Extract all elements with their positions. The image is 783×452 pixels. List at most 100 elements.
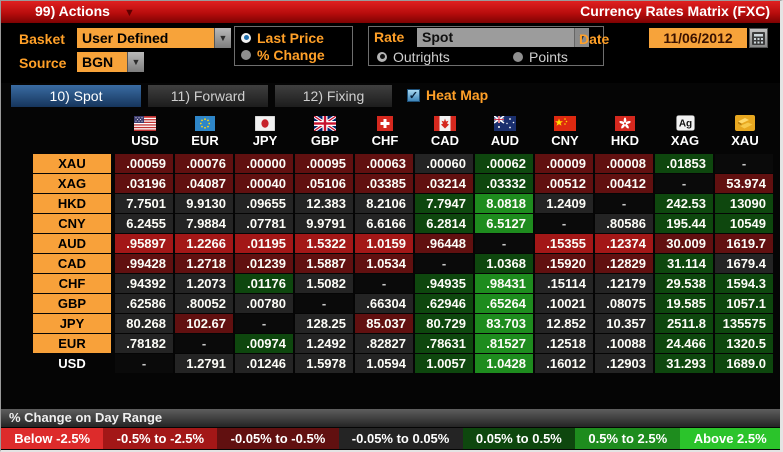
rate-cell-chf-usd[interactable]: .94392 [115,274,173,293]
rate-cell-chf-hkd[interactable]: .12179 [595,274,653,293]
rate-cell-gbp-xau[interactable]: 1057.1 [715,294,773,313]
rate-cell-cny-aud[interactable]: 6.5127 [475,214,533,233]
rate-cell-jpy-aud[interactable]: 83.703 [475,314,533,333]
rate-cell-cad-aud[interactable]: 1.0368 [475,254,533,273]
radio-points[interactable]: Points [511,48,568,65]
rate-cell-jpy-chf[interactable]: 85.037 [355,314,413,333]
rate-cell-cad-jpy[interactable]: .01239 [235,254,293,273]
radio-last-price[interactable]: Last Price [239,29,352,46]
rate-cell-hkd-usd[interactable]: 7.7501 [115,194,173,213]
rate-cell-usd-hkd[interactable]: .12903 [595,354,653,373]
rate-cell-xau-xag[interactable]: .01853 [655,154,713,173]
rate-cell-chf-eur[interactable]: 1.2073 [175,274,233,293]
rate-cell-usd-xau[interactable]: 1689.0 [715,354,773,373]
rate-cell-gbp-hkd[interactable]: .08075 [595,294,653,313]
rate-cell-xag-gbp[interactable]: .05106 [295,174,353,193]
rate-cell-xau-aud[interactable]: .00062 [475,154,533,173]
row-header-hkd[interactable]: HKD [33,194,111,213]
rate-cell-xau-cad[interactable]: .00060 [415,154,473,173]
column-header-aud[interactable]: AUD [475,113,535,151]
rate-cell-usd-cny[interactable]: .16012 [535,354,593,373]
row-header-gbp[interactable]: GBP [33,294,111,313]
rate-cell-chf-gbp[interactable]: 1.5082 [295,274,353,293]
row-header-eur[interactable]: EUR [33,334,111,353]
rate-cell-cad-hkd[interactable]: .12829 [595,254,653,273]
row-header-usd[interactable]: USD [33,354,111,373]
column-header-eur[interactable]: EUR [175,113,235,151]
chevron-down-icon[interactable]: ▼ [214,28,231,48]
date-field[interactable]: 11/06/2012 [649,28,747,48]
rate-cell-hkd-jpy[interactable]: .09655 [235,194,293,213]
column-header-xau[interactable]: XAU [715,113,775,151]
rate-cell-hkd-cad[interactable]: 7.7947 [415,194,473,213]
rate-cell-cad-xag[interactable]: 31.114 [655,254,713,273]
actions-menu-button[interactable]: 99) Actions ▼ [35,3,135,19]
rate-cell-aud-chf[interactable]: 1.0159 [355,234,413,253]
rate-cell-aud-cad[interactable]: .96448 [415,234,473,253]
column-header-hkd[interactable]: HKD [595,113,655,151]
rate-cell-gbp-cny[interactable]: .10021 [535,294,593,313]
rate-cell-chf-aud[interactable]: .98431 [475,274,533,293]
rate-cell-jpy-cny[interactable]: 12.852 [535,314,593,333]
rate-cell-usd-aud[interactable]: 1.0428 [475,354,533,373]
rate-cell-chf-chf[interactable]: - [355,274,413,293]
rate-cell-cad-gbp[interactable]: 1.5887 [295,254,353,273]
rate-cell-xag-cad[interactable]: .03214 [415,174,473,193]
checkbox-checked-icon[interactable]: ✓ [407,88,420,102]
rate-cell-xag-chf[interactable]: .03385 [355,174,413,193]
rate-cell-xag-usd[interactable]: .03196 [115,174,173,193]
rate-cell-gbp-eur[interactable]: .80052 [175,294,233,313]
rate-cell-gbp-jpy[interactable]: .00780 [235,294,293,313]
heatmap-toggle[interactable]: ✓ Heat Map [407,87,488,103]
rate-cell-aud-xau[interactable]: 1619.7 [715,234,773,253]
rate-cell-chf-jpy[interactable]: .01176 [235,274,293,293]
rate-cell-eur-xau[interactable]: 1320.5 [715,334,773,353]
column-header-gbp[interactable]: GBP [295,113,355,151]
rate-cell-aud-eur[interactable]: 1.2266 [175,234,233,253]
rate-cell-jpy-gbp[interactable]: 128.25 [295,314,353,333]
rate-cell-cny-hkd[interactable]: .80586 [595,214,653,233]
rate-cell-eur-hkd[interactable]: .10088 [595,334,653,353]
radio-pct-change[interactable]: % Change [239,46,352,63]
rate-cell-xag-xag[interactable]: - [655,174,713,193]
rate-cell-xag-aud[interactable]: .03332 [475,174,533,193]
rate-cell-chf-xag[interactable]: 29.538 [655,274,713,293]
row-header-aud[interactable]: AUD [33,234,111,253]
rate-cell-gbp-xag[interactable]: 19.585 [655,294,713,313]
rate-cell-cad-eur[interactable]: 1.2718 [175,254,233,273]
rate-cell-xau-hkd[interactable]: .00008 [595,154,653,173]
rate-cell-usd-jpy[interactable]: .01246 [235,354,293,373]
rate-cell-cny-cad[interactable]: 6.2814 [415,214,473,233]
column-header-jpy[interactable]: JPY [235,113,295,151]
radio-selected-icon[interactable] [377,51,387,62]
rate-cell-xag-hkd[interactable]: .00412 [595,174,653,193]
rate-cell-cad-chf[interactable]: 1.0534 [355,254,413,273]
rate-cell-usd-cad[interactable]: 1.0057 [415,354,473,373]
rate-cell-hkd-chf[interactable]: 8.2106 [355,194,413,213]
rate-cell-usd-gbp[interactable]: 1.5978 [295,354,353,373]
rate-cell-hkd-eur[interactable]: 9.9130 [175,194,233,213]
rate-cell-xau-gbp[interactable]: .00095 [295,154,353,173]
rate-cell-cad-xau[interactable]: 1679.4 [715,254,773,273]
column-header-cny[interactable]: CNY [535,113,595,151]
rate-cell-aud-gbp[interactable]: 1.5322 [295,234,353,253]
tab-forward[interactable]: 11) Forward [148,85,268,107]
column-header-chf[interactable]: CHF [355,113,415,151]
rate-cell-xag-jpy[interactable]: .00040 [235,174,293,193]
rate-cell-eur-jpy[interactable]: .00974 [235,334,293,353]
rate-cell-cny-chf[interactable]: 6.6166 [355,214,413,233]
radio-unselected-icon[interactable] [241,49,251,60]
basket-select[interactable]: User Defined ▼ [77,28,231,48]
rate-cell-jpy-jpy[interactable]: - [235,314,293,333]
rate-cell-eur-xag[interactable]: 24.466 [655,334,713,353]
rate-cell-xag-xau[interactable]: 53.974 [715,174,773,193]
rate-cell-jpy-cad[interactable]: 80.729 [415,314,473,333]
calendar-button[interactable] [749,28,768,48]
rate-cell-jpy-xau[interactable]: 135575 [715,314,773,333]
rate-cell-aud-jpy[interactable]: .01195 [235,234,293,253]
rate-cell-aud-cny[interactable]: .15355 [535,234,593,253]
rate-cell-eur-eur[interactable]: - [175,334,233,353]
row-header-cad[interactable]: CAD [33,254,111,273]
rate-cell-cny-jpy[interactable]: .07781 [235,214,293,233]
rate-cell-eur-chf[interactable]: .82827 [355,334,413,353]
